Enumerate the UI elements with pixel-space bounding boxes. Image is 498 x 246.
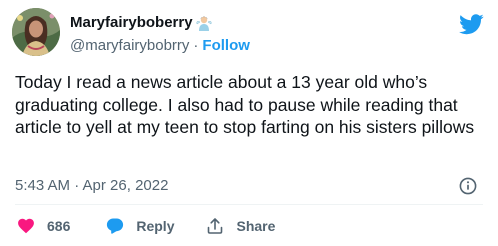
tweet-text: Today I read a news article about a 13 y…: [15, 72, 475, 137]
follow-link[interactable]: Follow: [202, 36, 250, 56]
twitter-bird-icon[interactable]: [459, 14, 484, 35]
heart-icon: [17, 217, 35, 235]
share-button[interactable]: Share: [206, 217, 275, 235]
info-circle-icon[interactable]: [459, 177, 477, 195]
action-bar: 686 Reply Share: [17, 215, 275, 237]
tweet-timestamp[interactable]: 5:43 AM · Apr 26, 2022: [15, 176, 168, 196]
fairy-emoji-icon: [196, 15, 212, 31]
avatar[interactable]: [12, 8, 60, 56]
reply-label: Reply: [136, 218, 175, 234]
speech-bubble-icon: [106, 217, 124, 235]
tweet-card: Maryfairyboberry @maryfairybobrry · Foll…: [0, 0, 498, 246]
share-label: Share: [236, 218, 276, 234]
author-name-row[interactable]: Maryfairyboberry: [70, 13, 212, 33]
author-handle-row: @maryfairybobrry · Follow: [70, 36, 250, 56]
divider: [15, 204, 483, 205]
author-display-name[interactable]: Maryfairyboberry: [70, 13, 193, 33]
share-upload-icon: [206, 217, 224, 235]
author-handle[interactable]: @maryfairybobrry: [70, 36, 189, 56]
reply-button[interactable]: Reply: [106, 217, 174, 235]
like-count: 686: [47, 218, 71, 234]
like-button[interactable]: 686: [17, 217, 70, 235]
separator-dot: ·: [193, 37, 199, 54]
